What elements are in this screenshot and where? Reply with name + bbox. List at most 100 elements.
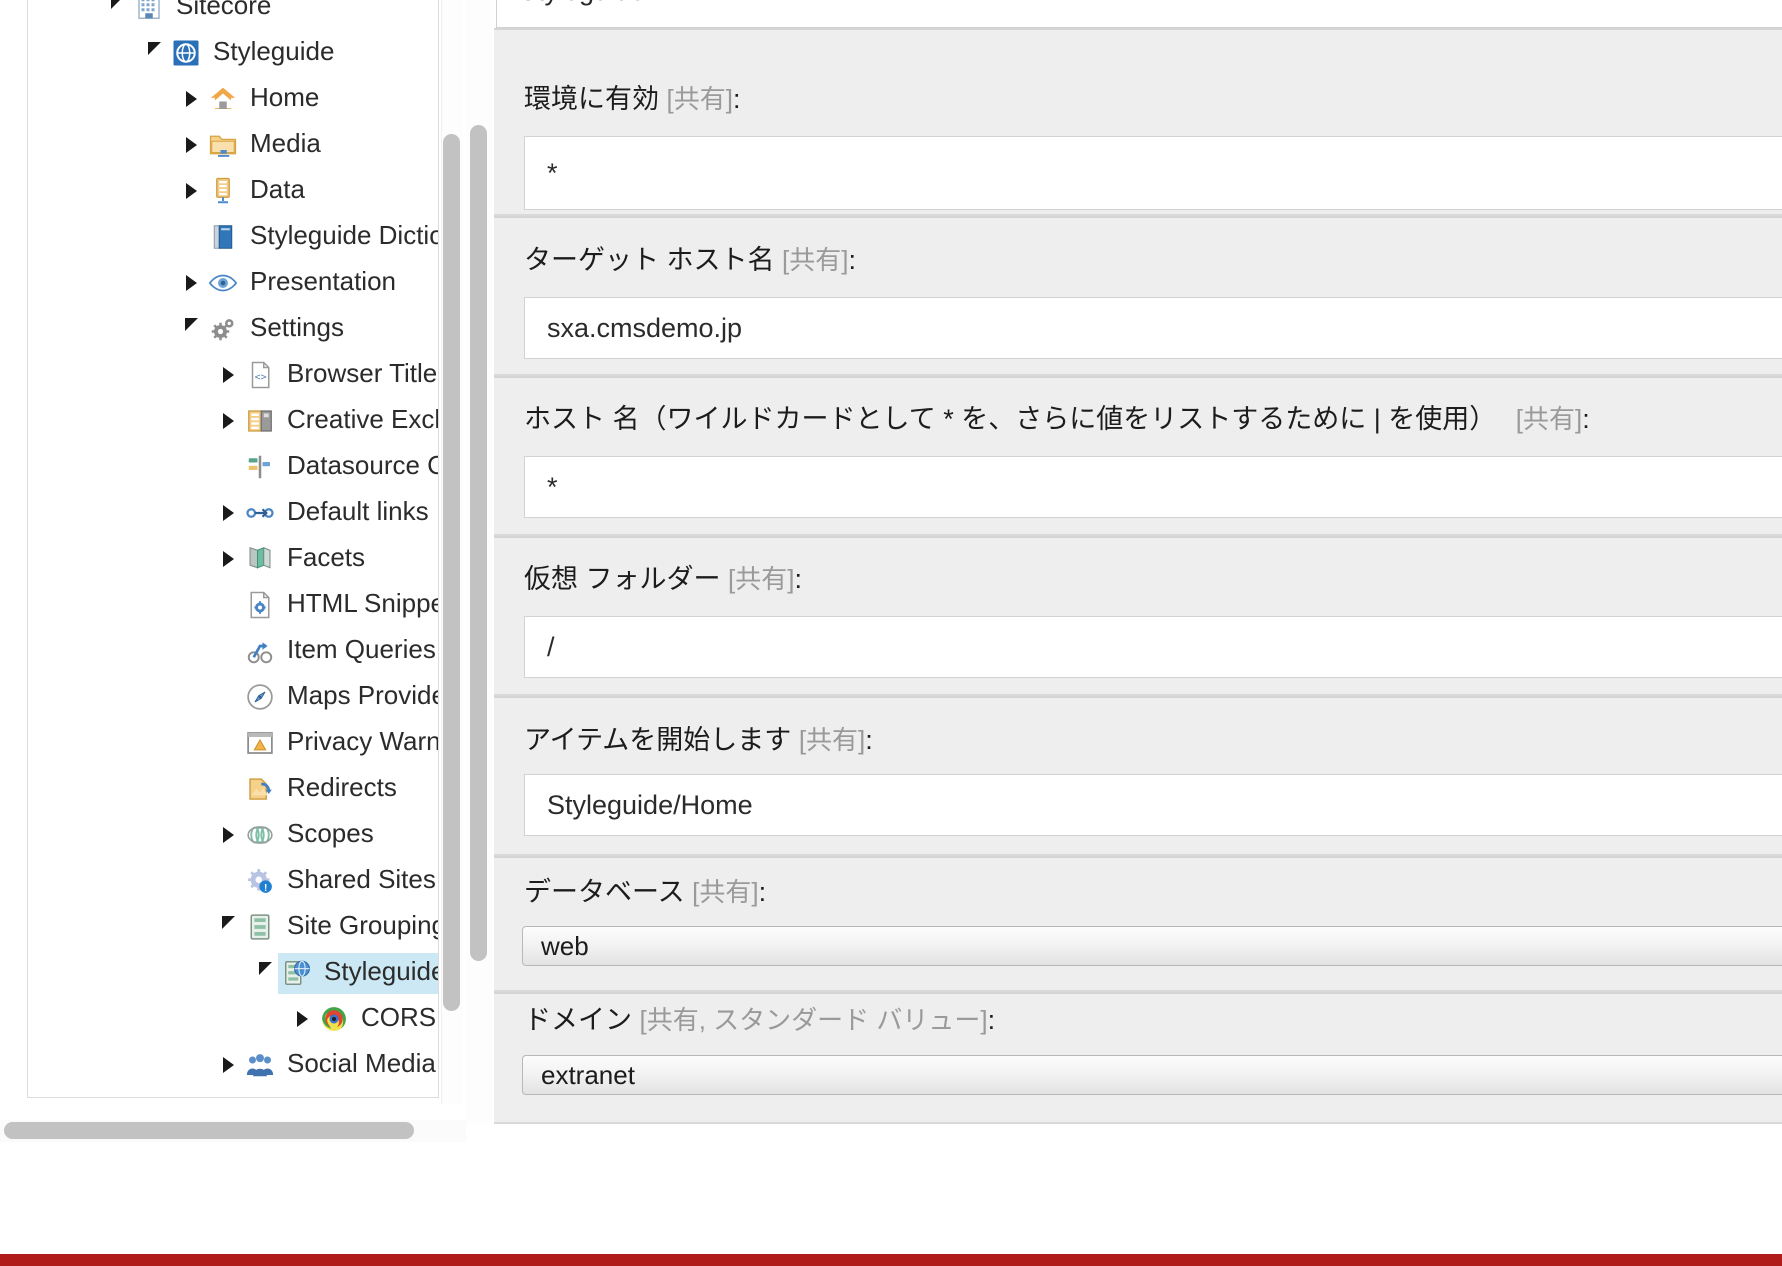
tree-item-content[interactable]: Styleguide (278, 952, 438, 994)
data-icon (206, 174, 240, 208)
tree-item-site-grouping[interactable]: Site Grouping (28, 904, 438, 950)
chevron-right-icon[interactable] (178, 260, 204, 306)
tree-item-redirects[interactable]: Redirects (28, 766, 438, 812)
tree-item-maps-provider[interactable]: Maps Provider (28, 674, 438, 720)
tree-item-default-links[interactable]: Default links (28, 490, 438, 536)
field-editor-panel: Styleguide 環境に有効 [共有]: * ターゲット ホスト名 [共有]… (466, 0, 1782, 1266)
tree-item-content[interactable]: Styleguide Dictionary (204, 217, 438, 258)
chevron-right-icon[interactable] (215, 536, 241, 582)
tree-item-sitecore[interactable]: Sitecore (28, 0, 438, 30)
tree-item-content[interactable]: Settings (204, 309, 355, 350)
tree-item-content[interactable]: Privacy Warning (241, 723, 438, 764)
tree-item-label: Facets (287, 541, 366, 572)
chevron-right-icon[interactable] (178, 122, 204, 168)
chevron-down-icon[interactable] (252, 950, 278, 996)
tree-item-content[interactable]: Home (204, 79, 330, 120)
tree-item-content[interactable]: Facets (241, 539, 376, 580)
tree-item-social-media-groups[interactable]: Social Media Groups (28, 1042, 438, 1088)
tree-item-styleguide[interactable]: Styleguide (28, 950, 438, 996)
form-vertical-scrollbar-thumb[interactable] (470, 125, 487, 961)
tree-item-settings[interactable]: Settings (28, 306, 438, 352)
domain-select[interactable]: extranet (522, 1055, 1782, 1095)
facets-icon (243, 542, 277, 576)
label-text: 環境に有効 (524, 84, 659, 114)
tree-item-content[interactable]: Data (204, 171, 316, 212)
chevron-right-icon[interactable] (178, 76, 204, 122)
virtual-folder-input[interactable]: / (524, 616, 1782, 678)
tree-item-content[interactable]: Media (204, 125, 332, 166)
tree-item-scopes[interactable]: Scopes (28, 812, 438, 858)
sitecore-building-icon (132, 0, 166, 24)
tree-item-content[interactable]: Item Queries (241, 631, 438, 672)
chevron-right-icon[interactable] (289, 996, 315, 1042)
tree-item-label: Maps Provider (287, 679, 438, 710)
tree-item-data[interactable]: Data (28, 168, 438, 214)
database-select[interactable]: web (522, 926, 1782, 966)
tree-item-content[interactable]: Maps Provider (241, 677, 438, 718)
tree-vertical-scrollbar-thumb[interactable] (443, 134, 460, 1011)
tree-item-cors[interactable]: CORS (28, 996, 438, 1042)
chevron-down-icon[interactable] (141, 30, 167, 76)
tree-item-browser-title[interactable]: <> Browser Title (28, 352, 438, 398)
target-hostname-input[interactable]: sxa.cmsdemo.jp (524, 297, 1782, 359)
content-tree-scroll-area[interactable]: Sitecore Styleguide Home Media Data Styleguid… (28, 0, 438, 1096)
chevron-right-icon[interactable] (215, 812, 241, 858)
tree-item-privacy-warning[interactable]: Privacy Warning (28, 720, 438, 766)
host-name-input[interactable]: * (524, 456, 1782, 518)
chevron-right-icon[interactable] (215, 1042, 241, 1088)
tree-item-html-snippets[interactable]: HTML Snippets (28, 582, 438, 628)
sitecore-content-editor: Sitecore Styleguide Home Media Data Styleguid… (0, 0, 1782, 1266)
tree-item-styleguide-dictionary[interactable]: Styleguide Dictionary (28, 214, 438, 260)
label-text: データベース (524, 877, 685, 907)
enabled-in-environment-label: 環境に有効 [共有]: (524, 84, 741, 114)
redirects-icon (243, 772, 277, 806)
dictionary-book-icon (206, 220, 240, 254)
tree-item-media[interactable]: Media (28, 122, 438, 168)
tree-item-label: Site Grouping (287, 909, 438, 940)
chevron-right-icon[interactable] (215, 352, 241, 398)
site-name-input[interactable]: Styleguide (496, 0, 1782, 28)
host-name-label: ホスト 名（ワイルドカードとして * を、さらに値をリストするために | を使用… (524, 404, 1590, 434)
tree-item-item-queries[interactable]: Item Queries (28, 628, 438, 674)
tree-item-shared-sites-setting[interactable]: ! Shared Sites Setting (28, 858, 438, 904)
tree-item-content[interactable]: Site Grouping (241, 907, 438, 948)
label-text: ホスト 名（ワイルドカードとして * を、さらに値をリストするために | を使用… (524, 404, 1497, 434)
tree-item-label: CORS (361, 1001, 437, 1032)
chevron-right-icon[interactable] (215, 398, 241, 444)
start-item-label: アイテムを開始します [共有]: (524, 725, 873, 755)
tree-item-content[interactable]: Scopes (241, 815, 385, 856)
svg-text:<>: <> (255, 372, 267, 383)
tree-item-content[interactable]: HTML Snippets (241, 585, 438, 626)
creative-exchange-icon (243, 404, 277, 438)
tree-item-content[interactable]: Creative Exchange S (241, 401, 438, 442)
tree-item-content[interactable]: Datasource Configur (241, 447, 438, 488)
chevron-right-icon[interactable] (215, 490, 241, 536)
tree-item-content[interactable]: Sitecore (130, 0, 282, 28)
tree-item-label: Sitecore (176, 0, 272, 20)
tree-item-content[interactable]: ! Shared Sites Setting (241, 861, 438, 902)
tree-twisty-placeholder (215, 444, 241, 490)
tree-item-datasource-configur[interactable]: Datasource Configur (28, 444, 438, 490)
tree-item-presentation[interactable]: Presentation (28, 260, 438, 306)
chevron-down-icon[interactable] (178, 306, 204, 352)
tree-item-content[interactable]: CORS (315, 999, 438, 1040)
tree-item-content[interactable]: Presentation (204, 263, 407, 304)
tree-item-creative-exchange-s[interactable]: Creative Exchange S (28, 398, 438, 444)
tree-item-facets[interactable]: Facets (28, 536, 438, 582)
tree-item-content[interactable]: Redirects (241, 769, 408, 810)
label-shared-tag: [共有] (666, 84, 733, 114)
enabled-in-environment-value: * (547, 157, 558, 188)
tree-item-content[interactable]: <> Browser Title (241, 355, 438, 396)
chevron-right-icon[interactable] (178, 168, 204, 214)
chevron-down-icon[interactable] (104, 0, 130, 30)
enabled-in-environment-input[interactable]: * (524, 136, 1782, 210)
tree-item-content[interactable]: Social Media Groups (241, 1045, 438, 1086)
tree-item-home[interactable]: Home (28, 76, 438, 122)
tree-item-content[interactable]: Styleguide (167, 33, 345, 74)
scopes-icon (243, 818, 277, 852)
start-item-input[interactable]: Styleguide/Home (524, 774, 1782, 836)
tree-horizontal-scrollbar-thumb[interactable] (4, 1122, 414, 1139)
tree-item-content[interactable]: Default links (241, 493, 438, 534)
tree-item-styleguide[interactable]: Styleguide (28, 30, 438, 76)
chevron-down-icon[interactable] (215, 904, 241, 950)
